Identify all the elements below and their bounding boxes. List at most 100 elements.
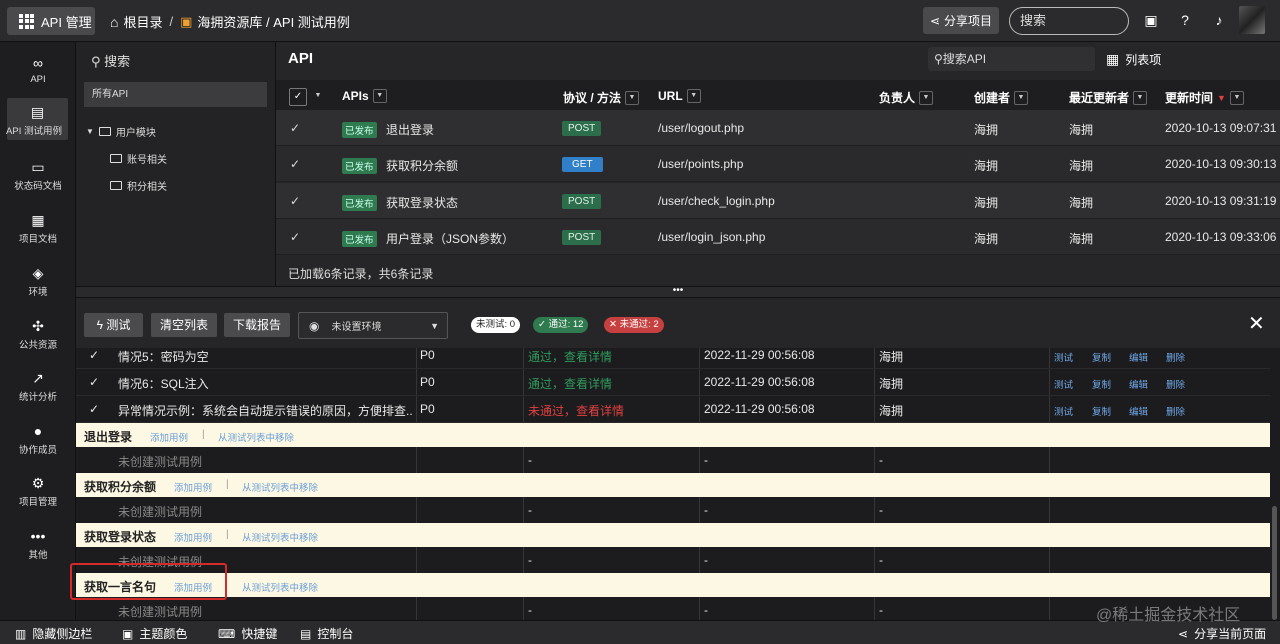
chevron-down-icon[interactable]: ▼ (919, 90, 934, 105)
row-checkbox[interactable]: ✓ (290, 121, 300, 135)
chevron-down-icon[interactable]: ▼ (311, 90, 325, 104)
avatar[interactable] (1239, 6, 1265, 34)
app-menu-button[interactable]: API 管理 (7, 7, 95, 35)
delete-action[interactable]: 删除 (1166, 350, 1185, 364)
chevron-down-icon[interactable]: ▼ (1014, 90, 1029, 105)
table-row[interactable]: ✓ 已发布 用户登录（JSON参数） POST /user/login_json… (276, 219, 1280, 255)
table-row[interactable]: ✓ 已发布 获取积分余额 GET /user/points.php 海拥 海拥 … (276, 146, 1280, 182)
copy-action[interactable]: 复制 (1092, 350, 1111, 364)
api-search-input[interactable]: ⚲搜索API (928, 47, 1095, 71)
nav-item-project-management[interactable]: ⚙ 项目管理 (0, 474, 76, 508)
close-panel-icon[interactable]: ✕ (1248, 311, 1265, 336)
delete-action[interactable]: 删除 (1166, 404, 1185, 418)
remove-from-list-link[interactable]: 从测试列表中移除 (242, 580, 318, 594)
clear-list-button[interactable]: 清空列表 (151, 313, 217, 337)
row-checkbox[interactable]: ✓ (290, 230, 300, 244)
edit-action[interactable]: 编辑 (1129, 350, 1148, 364)
chevron-down-icon[interactable]: ▼ (372, 89, 387, 103)
remove-from-list-link[interactable]: 从测试列表中移除 (242, 530, 318, 544)
run-test-button[interactable]: ϟ 测试 (84, 313, 143, 337)
row-checkbox[interactable]: ✓ (89, 402, 99, 416)
chevron-down-icon[interactable]: ▼ (686, 89, 701, 103)
table-row[interactable]: ✓ 异常情况示例：系统会自动提示错误的原因，方便排查... P0 未通过，查看详… (76, 396, 1270, 423)
nav-item-members[interactable]: ● 协作成员 (0, 422, 76, 456)
console-button[interactable]: ▤ 控制台 (300, 625, 353, 642)
edit-action[interactable]: 编辑 (1129, 404, 1148, 418)
resize-handle[interactable]: ••• (76, 286, 1280, 298)
nav-item-environment[interactable]: ◈ 环境 (0, 264, 76, 298)
tree-item-points[interactable]: 积分相关 (110, 178, 167, 193)
passed-count-badge[interactable]: ✓ 通过: 12 (533, 317, 589, 333)
test-action[interactable]: 测试 (1054, 377, 1073, 391)
col-apis[interactable]: APIs ▼ (342, 89, 387, 103)
chevron-down-icon[interactable]: ▼ (1133, 90, 1148, 105)
case-name: 异常情况示例：系统会自动提示错误的原因，方便排查... (118, 404, 413, 418)
failed-count-badge[interactable]: ✕ 未通过: 2 (604, 317, 664, 333)
inbox-icon[interactable]: ▣ (1143, 12, 1159, 28)
tree-search-input[interactable]: ⚲ 搜索 (91, 51, 130, 70)
table-row[interactable]: ✓ 已发布 获取登录状态 POST /user/check_login.php … (276, 183, 1280, 219)
list-view-toggle[interactable]: ▦ 列表项 (1106, 51, 1161, 68)
sort-desc-icon[interactable]: ▼ (1217, 93, 1226, 103)
row-checkbox[interactable]: ✓ (89, 375, 99, 389)
col-creator[interactable]: 创建者 ▼ (974, 89, 1029, 106)
tree-label: 账号相关 (127, 155, 167, 166)
share-page-button[interactable]: ⋖ 分享当前页面 (1178, 625, 1266, 642)
nav-item-api[interactable]: ∞ API (0, 54, 76, 85)
remove-from-list-link[interactable]: 从测试列表中移除 (218, 430, 294, 444)
result-link[interactable]: 通过，查看详情 (528, 348, 612, 365)
api-name[interactable]: 退出登录 (386, 121, 434, 138)
share-project-button[interactable]: ⋖ 分享项目 (923, 7, 999, 34)
delete-action[interactable]: 删除 (1166, 377, 1185, 391)
copy-action[interactable]: 复制 (1092, 404, 1111, 418)
copy-action[interactable]: 复制 (1092, 377, 1111, 391)
test-action[interactable]: 测试 (1054, 350, 1073, 364)
chevron-down-icon[interactable]: ▼ (625, 90, 640, 105)
nav-item-test-cases[interactable]: ▤ API 测试用例 (6, 98, 68, 140)
test-action[interactable]: 测试 (1054, 404, 1073, 418)
col-url[interactable]: URL ▼ (658, 89, 701, 103)
results-scrollbar[interactable] (1270, 348, 1280, 620)
remove-from-list-link[interactable]: 从测试列表中移除 (242, 480, 318, 494)
row-checkbox[interactable]: ✓ (290, 194, 300, 208)
untested-count-badge[interactable]: 未测试: 0 (471, 317, 521, 333)
row-checkbox[interactable]: ✓ (89, 348, 99, 362)
col-updated[interactable]: 更新时间 ▼ ▼ (1165, 89, 1244, 106)
col-protocol[interactable]: 协议 / 方法 ▼ (563, 89, 640, 106)
col-owner[interactable]: 负责人 ▼ (879, 89, 934, 106)
table-row[interactable]: ✓ 情况6：SQL注入 P0 通过，查看详情 2022-11-29 00:56:… (76, 369, 1270, 396)
row-checkbox[interactable]: ✓ (290, 157, 300, 171)
api-name[interactable]: 获取积分余额 (386, 157, 458, 174)
nav-item-project-docs[interactable]: ▦ 项目文档 (0, 211, 76, 245)
breadcrumb-root[interactable]: 根目录 (123, 12, 162, 31)
result-link[interactable]: 通过，查看详情 (528, 375, 612, 392)
select-all-checkbox[interactable]: ✓ ▼ (289, 88, 325, 106)
api-name[interactable]: 获取登录状态 (386, 194, 458, 211)
environment-select[interactable]: ◉ 未设置环境 ▼ (298, 312, 448, 339)
result-link[interactable]: 未通过，查看详情 (528, 402, 624, 419)
tree-item-all[interactable]: 所有API (84, 82, 267, 107)
nav-item-other[interactable]: ••• 其他 (0, 527, 76, 561)
add-case-link[interactable]: 添加用例 (150, 430, 188, 444)
col-updater[interactable]: 最近更新者 ▼ (1069, 89, 1148, 106)
edit-action[interactable]: 编辑 (1129, 377, 1148, 391)
chevron-down-icon[interactable]: ▼ (1229, 90, 1244, 105)
nav-item-statistics[interactable]: ↗ 统计分析 (0, 369, 76, 403)
add-case-link[interactable]: 添加用例 (174, 480, 212, 494)
tree-item-user-module[interactable]: ▼ 用户模块 (86, 124, 156, 139)
breadcrumb-path[interactable]: 海拥资源库 / API 测试用例 (197, 12, 349, 31)
nav-item-public-resources[interactable]: ✣ 公共资源 (0, 317, 76, 351)
theme-color-button[interactable]: ▣ 主题颜色 (122, 625, 187, 642)
nav-item-status-codes[interactable]: ▭ 状态码文档 (0, 158, 76, 192)
bell-icon[interactable]: ♪ (1211, 12, 1227, 28)
shortcuts-button[interactable]: ⌨ 快捷键 (218, 625, 277, 642)
tree-item-account[interactable]: 账号相关 (110, 151, 167, 166)
help-icon[interactable]: ? (1177, 12, 1193, 28)
hide-sidebar-button[interactable]: ▥ 隐藏侧边栏 (15, 625, 92, 642)
api-name[interactable]: 用户登录（JSON参数） (386, 230, 514, 247)
table-row[interactable]: ✓ 情况5：密码为空 P0 通过，查看详情 2022-11-29 00:56:0… (76, 348, 1270, 369)
table-row[interactable]: ✓ 已发布 退出登录 POST /user/logout.php 海拥 海拥 2… (276, 110, 1280, 146)
global-search-input[interactable]: 搜索 (1009, 7, 1129, 35)
add-case-link[interactable]: 添加用例 (174, 530, 212, 544)
download-report-button[interactable]: 下载报告 (224, 313, 290, 337)
